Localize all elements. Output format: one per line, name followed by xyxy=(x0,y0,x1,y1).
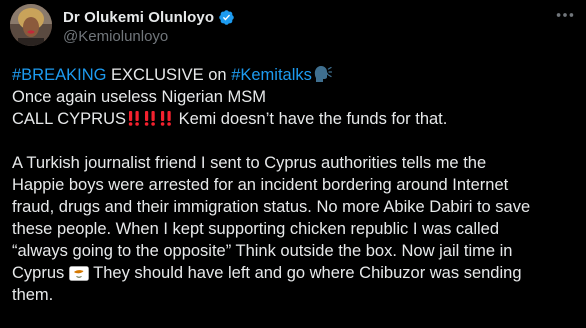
paragraph-line: these people. When I kept supporting chi… xyxy=(12,220,500,238)
funds-text: Kemi doesn’t have the funds for that. xyxy=(174,110,448,128)
author-handle[interactable]: @Kemiolunloyo xyxy=(63,28,168,45)
speaking-head-icon xyxy=(314,66,332,82)
cyprus-word: Cyprus xyxy=(12,264,69,282)
paragraph-line: “always going to the opposite” Think out… xyxy=(12,242,513,260)
chibuzor-text: They should have left and go where Chibu… xyxy=(88,264,522,282)
paragraph-line: Happie boys were arrested for an inciden… xyxy=(12,176,509,194)
tweet: Dr Olukemi Olunloyo @Kemiolunloyo #BREAK… xyxy=(0,0,586,328)
display-name[interactable]: Dr Olukemi Olunloyo xyxy=(63,9,214,26)
double-exclamation-icon xyxy=(126,110,174,128)
paragraph-line: A Turkish journalist friend I sent to Cy… xyxy=(12,154,487,172)
paragraph-line-flag: Cyprus They should have left and go wher… xyxy=(12,262,580,284)
hashtag-breaking[interactable]: #BREAKING xyxy=(12,66,106,84)
call-cyprus-text: CALL CYPRUS xyxy=(12,110,127,128)
paragraph-line: fraud, drugs and their immigration statu… xyxy=(12,198,531,216)
more-options-icon[interactable] xyxy=(554,4,576,26)
author-name-row: Dr Olukemi Olunloyo xyxy=(63,8,235,26)
tweet-line-3: CALL CYPRUS Kemi doesn’t have the funds … xyxy=(12,108,580,130)
tweet-text: #BREAKING EXCLUSIVE on #Kemitalks Once a… xyxy=(12,64,580,306)
verified-badge-icon xyxy=(219,9,234,25)
avatar[interactable] xyxy=(10,4,52,46)
paragraph-last-line: them. xyxy=(12,286,54,304)
cyprus-flag-icon xyxy=(69,266,89,281)
tweet-line-headline: #BREAKING EXCLUSIVE on #Kemitalks xyxy=(12,64,580,86)
tweet-line-2: Once again useless Nigerian MSM xyxy=(12,88,267,106)
hashtag-kemitalks[interactable]: #Kemitalks xyxy=(231,66,312,84)
avatar-image xyxy=(10,4,52,46)
headline-text: EXCLUSIVE on xyxy=(106,66,232,84)
